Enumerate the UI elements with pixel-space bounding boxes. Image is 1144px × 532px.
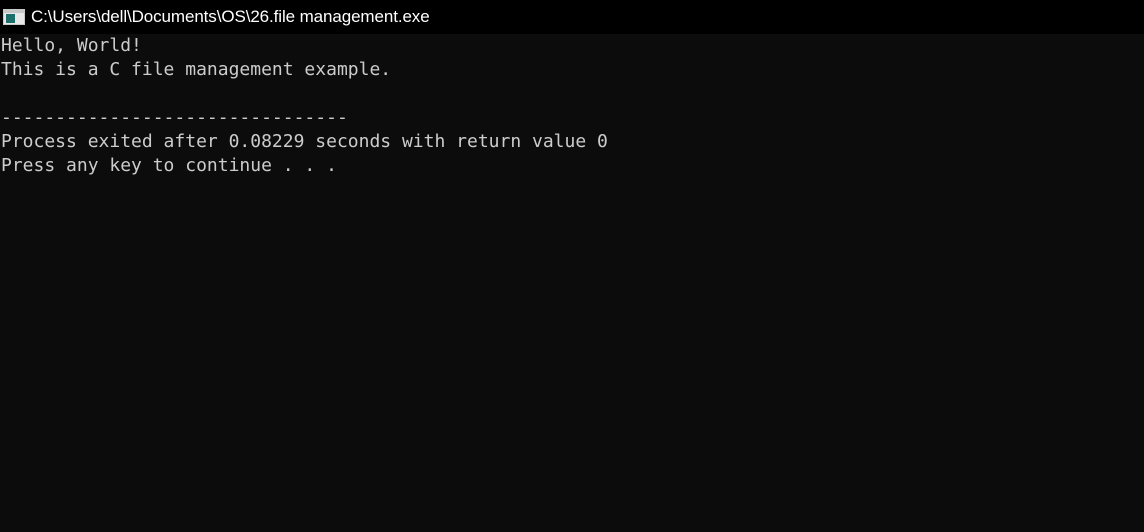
console-line: Hello, World! (1, 35, 142, 56)
title-bar[interactable]: C:\Users\dell\Documents\OS\26.file manag… (0, 0, 1144, 34)
console-window: C:\Users\dell\Documents\OS\26.file manag… (0, 0, 1144, 532)
window-title: C:\Users\dell\Documents\OS\26.file manag… (31, 7, 430, 26)
console-separator: -------------------------------- (1, 107, 348, 128)
console-window-icon[interactable] (3, 9, 25, 25)
console-line: Press any key to continue . . . (1, 155, 337, 176)
console-output[interactable]: Hello, World! This is a C file managemen… (0, 34, 1144, 532)
console-line: Process exited after 0.08229 seconds wit… (1, 131, 608, 152)
console-line: This is a C file management example. (1, 59, 392, 80)
